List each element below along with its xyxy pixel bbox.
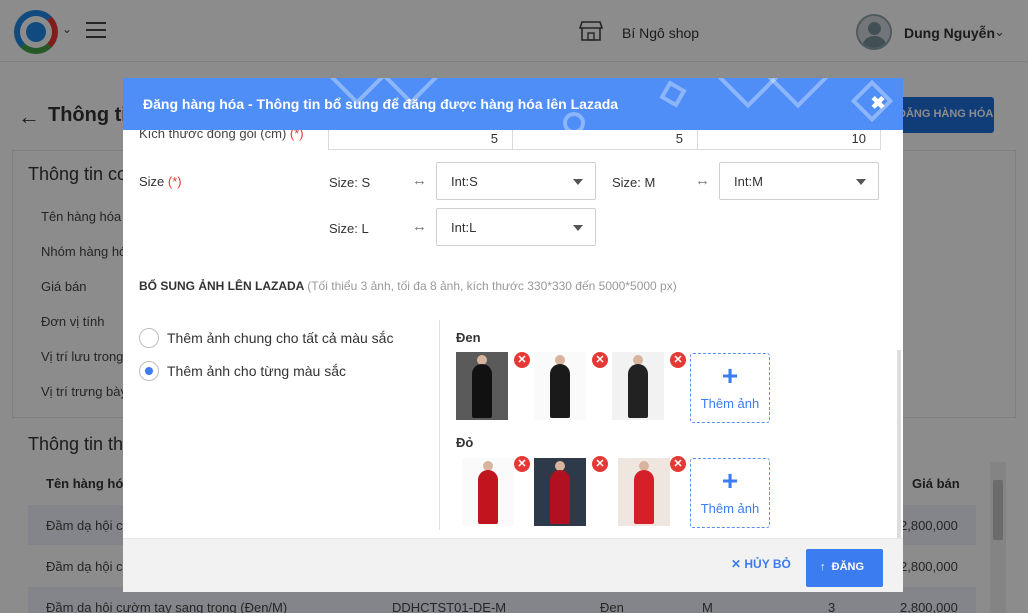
- image-section-hint: (Tối thiểu 3 ảnh, tối đa 8 ảnh, kích thư…: [307, 279, 677, 293]
- add-image-label: Thêm ảnh: [700, 396, 760, 411]
- delete-image-icon[interactable]: ✕: [670, 352, 686, 368]
- radio-label[interactable]: Thêm ảnh cho từng màu sắc: [167, 363, 346, 379]
- size-key-s: Size: S: [329, 175, 371, 190]
- add-image-button[interactable]: + Thêm ảnh: [690, 353, 770, 423]
- product-image[interactable]: [462, 458, 514, 526]
- color-group-name: Đen: [456, 330, 481, 345]
- dropdown-caret-icon: [573, 179, 583, 185]
- dropdown-caret-icon: [573, 225, 583, 231]
- lazada-post-dialog: Đăng hàng hóa - Thông tin bổ sung để đăn…: [123, 78, 903, 592]
- dialog-title: Đăng hàng hóa - Thông tin bổ sung để đăn…: [143, 96, 619, 112]
- product-image[interactable]: [534, 458, 586, 526]
- package-length-input[interactable]: 5: [328, 130, 513, 150]
- package-size-label: Kích thước đóng gói (cm) (*): [139, 130, 304, 141]
- dialog-footer: ✕ HỦY BỎ ↑ ĐĂNG: [123, 538, 903, 592]
- radio-label[interactable]: Thêm ảnh chung cho tất cả màu sắc: [167, 330, 393, 346]
- header-decoration: [563, 112, 585, 130]
- dialog-header: Đăng hàng hóa - Thông tin bổ sung để đăn…: [123, 78, 903, 130]
- size-key-l: Size: L: [329, 221, 369, 236]
- lazada-size-select-l[interactable]: Int:L: [436, 208, 596, 246]
- size-label: Size (*): [139, 174, 182, 189]
- swap-arrows-icon: ↔: [412, 218, 427, 235]
- select-value: Int:S: [451, 174, 478, 189]
- dropdown-caret-icon: [856, 179, 866, 185]
- dialog-scrollbar[interactable]: [897, 350, 901, 538]
- dialog-body: Kích thước đóng gói (cm) (*) 5 5 10 Size…: [123, 130, 903, 538]
- header-decoration: [762, 78, 834, 109]
- swap-arrows-icon: ↔: [412, 172, 427, 189]
- submit-button[interactable]: ↑ ĐĂNG: [806, 549, 883, 587]
- delete-image-icon[interactable]: ✕: [670, 456, 686, 472]
- radio-button-checked[interactable]: [139, 361, 159, 381]
- lazada-size-select-s[interactable]: Int:S: [436, 162, 596, 200]
- delete-image-icon[interactable]: ✕: [514, 352, 530, 368]
- select-value: Int:M: [734, 174, 763, 189]
- select-value: Int:L: [451, 220, 477, 235]
- delete-image-icon[interactable]: ✕: [592, 456, 608, 472]
- swap-arrows-icon: ↔: [695, 172, 710, 189]
- plus-icon: +: [721, 465, 739, 496]
- product-image[interactable]: [534, 352, 586, 420]
- lazada-size-select-m[interactable]: Int:M: [719, 162, 879, 200]
- add-image-button[interactable]: + Thêm ảnh: [690, 458, 770, 528]
- delete-image-icon[interactable]: ✕: [514, 456, 530, 472]
- product-image[interactable]: [612, 352, 664, 420]
- product-image[interactable]: [456, 352, 508, 420]
- header-decoration: [659, 80, 687, 108]
- radio-button[interactable]: [139, 328, 159, 348]
- color-group-name: Đỏ: [456, 435, 474, 450]
- package-height-input[interactable]: 10: [697, 130, 881, 150]
- product-image[interactable]: [618, 458, 670, 526]
- delete-image-icon[interactable]: ✕: [592, 352, 608, 368]
- cancel-button[interactable]: ✕ HỦY BỎ: [731, 557, 791, 571]
- package-width-input[interactable]: 5: [512, 130, 698, 150]
- size-key-m: Size: M: [612, 175, 656, 190]
- image-section-title: BỔ SUNG ẢNH LÊN LAZADA (Tối thiểu 3 ảnh,…: [139, 279, 677, 293]
- add-image-label: Thêm ảnh: [700, 501, 760, 516]
- divider: [439, 320, 440, 530]
- close-icon[interactable]: ✖: [869, 94, 887, 112]
- plus-icon: +: [721, 360, 739, 391]
